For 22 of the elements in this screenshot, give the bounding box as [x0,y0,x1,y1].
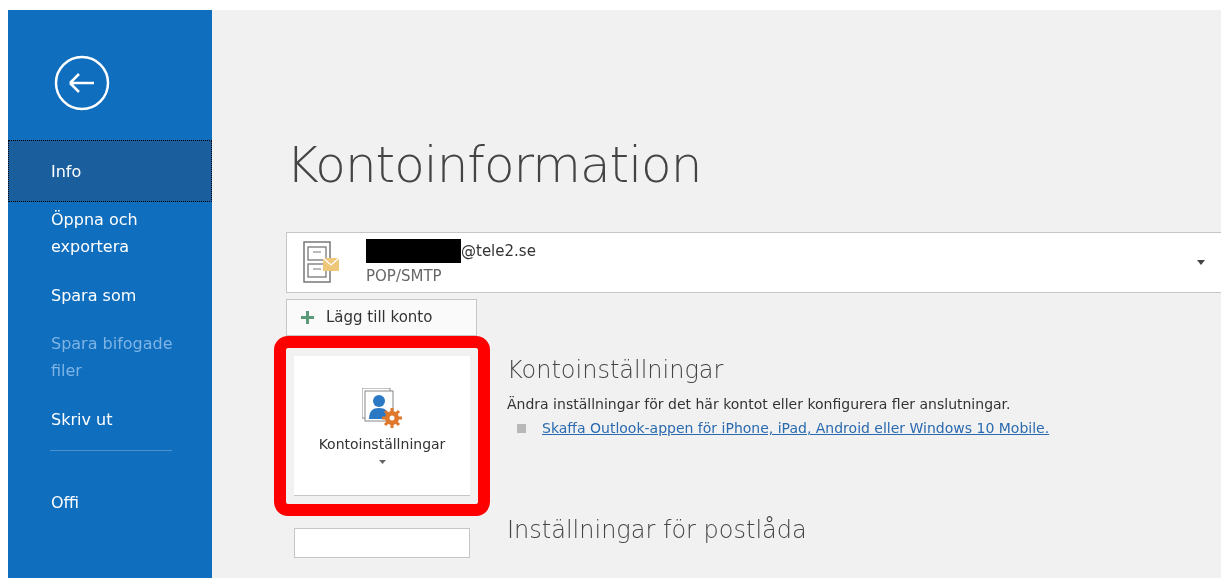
sidebar-item[interactable]: Spara som [8,264,212,326]
account-type: POP/SMTP [366,267,443,286]
settings-button[interactable]: Kontoinställningar [294,356,470,496]
sidebar-item[interactable]: Skriv ut [8,388,212,450]
add-account-button[interactable]: Lägg till konto [286,298,477,336]
app-link[interactable]: Skaffa Outlook-appen för iPhone, iPad, Android eller Windows 10 Mobile. [542,420,1050,436]
account-selector[interactable]: @tele2.se POP/SMTP [286,232,1221,293]
mailbox-icon [303,241,340,284]
sidebar-item[interactable]: Info [8,140,212,202]
account-settings-icon [362,387,402,428]
back-button[interactable] [52,53,112,113]
bullet-icon [517,423,526,433]
section-heading: Inställningar för postlåda [507,516,807,544]
section-description: Ändra inställningar för det här kontot eller konfigurera fler anslutningar. [507,396,1012,412]
page-title: Kontoinformation [286,136,703,194]
plus-icon [301,310,314,324]
section-heading: Kontoinställningar [507,356,725,384]
dropdown-caret-icon [1197,259,1205,265]
sidebar-item[interactable]: Offi [8,471,212,533]
sidebar-item[interactable]: Öppna och exportera [8,202,212,264]
account-email: @tele2.se [461,242,536,261]
dropdown-caret-icon [378,459,386,464]
